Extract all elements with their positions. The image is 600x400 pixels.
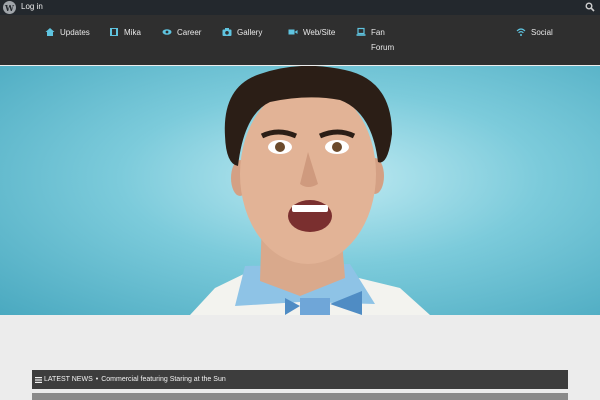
nav-item-mika[interactable]: Mika	[109, 27, 141, 40]
hero-portrait-image	[190, 66, 430, 315]
wordpress-logo-icon[interactable]	[3, 1, 16, 14]
latest-news-bar[interactable]: LATEST NEWS • Commercial featuring Stari…	[32, 370, 568, 389]
nav-item-gallery[interactable]: Gallery	[222, 27, 262, 40]
latest-news-headline[interactable]: Commercial featuring Staring at the Sun	[101, 376, 226, 383]
camera-icon	[222, 28, 232, 36]
nav-item-social[interactable]: Social	[516, 27, 553, 40]
latest-news-label: LATEST NEWS	[44, 376, 93, 383]
menu-icon	[35, 376, 42, 383]
nav-item-updates[interactable]: Updates	[45, 27, 90, 40]
eye-icon	[162, 29, 172, 35]
video-icon	[288, 29, 298, 35]
login-link[interactable]: Log in	[21, 2, 43, 11]
nav-item-website[interactable]: Web/Site	[288, 27, 335, 40]
news-separator: •	[95, 376, 99, 383]
laptop-icon	[356, 27, 366, 36]
hero-banner	[0, 66, 600, 315]
home-icon	[45, 28, 55, 36]
main-navigation: Updates Mika Career Gallery Web/Site Fan…	[0, 15, 600, 65]
wifi-icon	[516, 28, 526, 36]
content-strip	[32, 393, 568, 400]
search-icon[interactable]	[585, 2, 595, 12]
admin-bar: Log in	[0, 0, 600, 15]
film-icon	[110, 28, 118, 36]
nav-item-career[interactable]: Career	[162, 27, 201, 40]
nav-item-fan-forum[interactable]: Fan Forum	[356, 27, 401, 55]
